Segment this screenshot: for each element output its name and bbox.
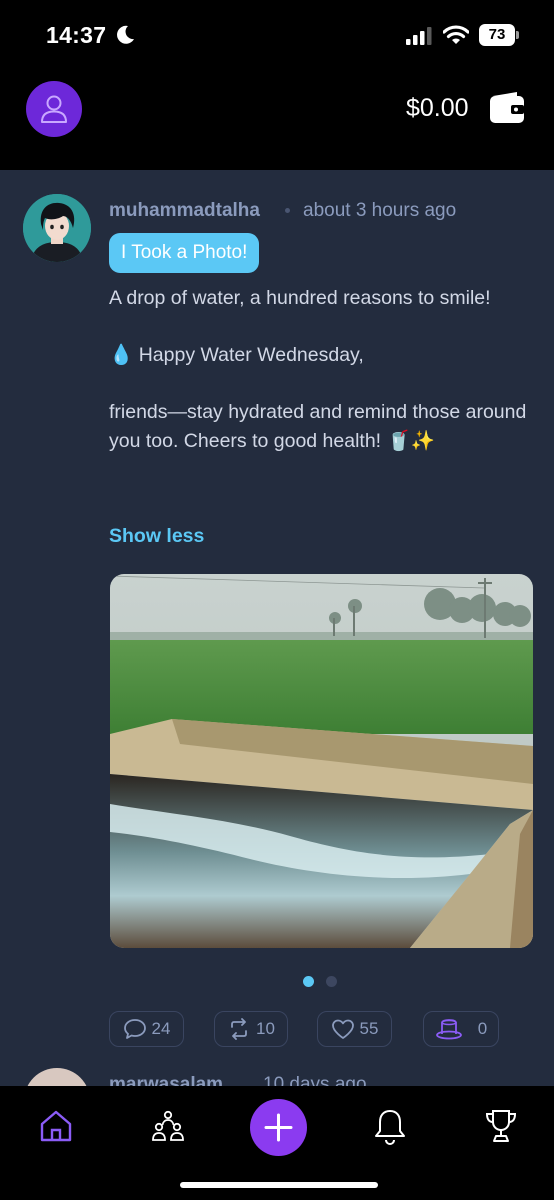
home-icon[interactable] — [38, 1108, 74, 1144]
wallet-balance[interactable]: $0.00 — [406, 94, 469, 123]
post-photo[interactable] — [110, 574, 533, 948]
post-text-line: 💧 Happy Water Wednesday, — [109, 344, 364, 366]
status-time: 14:37 — [46, 22, 107, 48]
profile-button[interactable] — [26, 81, 82, 137]
heart-icon — [331, 1019, 354, 1039]
show-less-link[interactable]: Show less — [109, 525, 204, 548]
profile-icon — [41, 95, 67, 123]
top-bar: $0.00 — [0, 72, 554, 170]
post-tag-badge[interactable]: I Took a Photo! — [109, 233, 260, 273]
comment-button[interactable]: 24 — [109, 1011, 184, 1047]
next-post-avatar[interactable] — [24, 1068, 90, 1086]
next-post-username[interactable]: marwasalam — [109, 1074, 223, 1086]
post-text-line: A drop of water, a hundred reasons to sm… — [109, 287, 491, 309]
create-post-button[interactable] — [250, 1099, 307, 1156]
like-button[interactable]: 55 — [317, 1011, 392, 1047]
repost-button[interactable]: 10 — [214, 1011, 288, 1047]
comment-icon — [123, 1019, 146, 1039]
battery-level: 73 — [479, 24, 515, 46]
repost-icon — [231, 1018, 247, 1040]
separator-dot — [285, 208, 290, 213]
wifi-icon — [443, 25, 469, 44]
comment-count: 24 — [151, 1019, 171, 1038]
next-post-timestamp: 10 days ago — [263, 1074, 367, 1086]
post-author-avatar[interactable] — [23, 194, 91, 262]
signal-icon — [406, 27, 432, 45]
trophy-icon[interactable] — [484, 1108, 518, 1144]
plus-icon — [264, 1113, 293, 1142]
hat-tip-count: 0 — [477, 1019, 488, 1038]
post-username[interactable]: muhammadtalha — [109, 200, 260, 222]
post-timestamp: about 3 hours ago — [303, 200, 457, 221]
top-hat-icon — [435, 1019, 462, 1040]
community-icon[interactable] — [150, 1108, 186, 1144]
pager-dot[interactable] — [326, 976, 337, 987]
moon-icon — [117, 25, 134, 44]
feed: muhammadtalha about 3 hours ago I Took a… — [0, 170, 554, 1086]
wallet-icon[interactable] — [489, 90, 525, 124]
post-body: A drop of water, a hundred reasons to sm… — [109, 284, 529, 455]
pager-dot-active[interactable] — [303, 976, 314, 987]
bell-icon[interactable] — [372, 1108, 408, 1146]
bottom-nav — [0, 1086, 554, 1200]
like-count: 55 — [359, 1019, 379, 1038]
status-bar: 14:37 73 — [0, 0, 554, 72]
hat-tip-button[interactable]: 0 — [423, 1011, 499, 1047]
post-text-line: friends—stay hydrated and remind those a… — [109, 401, 527, 452]
home-indicator — [180, 1182, 378, 1188]
repost-count: 10 — [256, 1019, 275, 1038]
battery-icon: 73 — [479, 24, 519, 46]
